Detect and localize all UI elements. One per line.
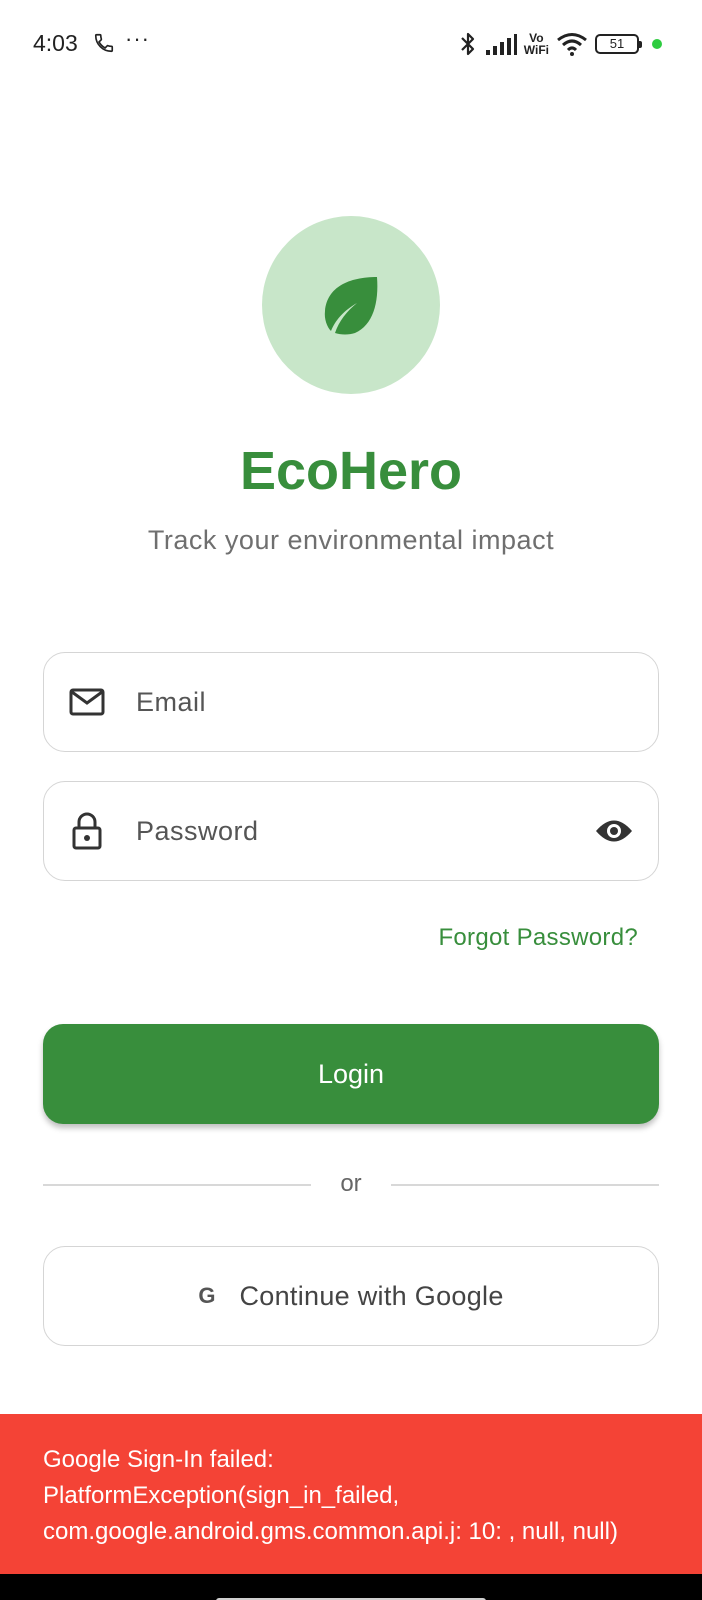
bluetooth-icon — [461, 32, 474, 56]
login-button[interactable]: Login — [43, 1024, 659, 1124]
status-icons: Vo WiFi 51 — [458, 28, 662, 60]
password-input[interactable] — [136, 801, 592, 861]
google-sign-in-button[interactable]: G Continue with Google — [43, 1246, 659, 1346]
status-time: 4:03 — [33, 30, 78, 56]
battery-icon: 51 — [595, 34, 642, 54]
leaf-icon — [324, 277, 378, 335]
google-icon: G — [198, 1283, 216, 1308]
vowifi-icon: Vo WiFi — [523, 31, 549, 57]
status-bar: 4:03 ··· Vo WiFi 51 — [0, 0, 702, 90]
lock-icon — [68, 812, 106, 850]
error-snackbar: Google Sign-In failed: PlatformException… — [0, 1414, 702, 1574]
mail-icon — [68, 683, 106, 721]
password-field[interactable] — [43, 781, 659, 881]
eye-icon[interactable] — [592, 809, 636, 853]
signal-icon — [485, 34, 517, 55]
wifi-icon — [557, 33, 587, 56]
app-title: EcoHero — [239, 441, 463, 501]
phone-call-icon — [93, 32, 115, 54]
divider-line-right — [391, 1184, 659, 1186]
navigation-bar — [0, 1574, 702, 1600]
privacy-indicator-dot — [652, 39, 662, 49]
more-notifications-icon: ··· — [125, 26, 150, 51]
snackbar-message: Google Sign-In failed: PlatformException… — [43, 1446, 618, 1545]
email-field[interactable] — [43, 652, 659, 752]
app-subtitle: Track your environmental impact — [147, 525, 555, 555]
google-button-label: Continue with Google — [239, 1280, 504, 1311]
app-logo — [262, 216, 440, 394]
forgot-password-link[interactable]: Forgot Password? — [438, 924, 638, 952]
email-input[interactable] — [136, 672, 658, 732]
